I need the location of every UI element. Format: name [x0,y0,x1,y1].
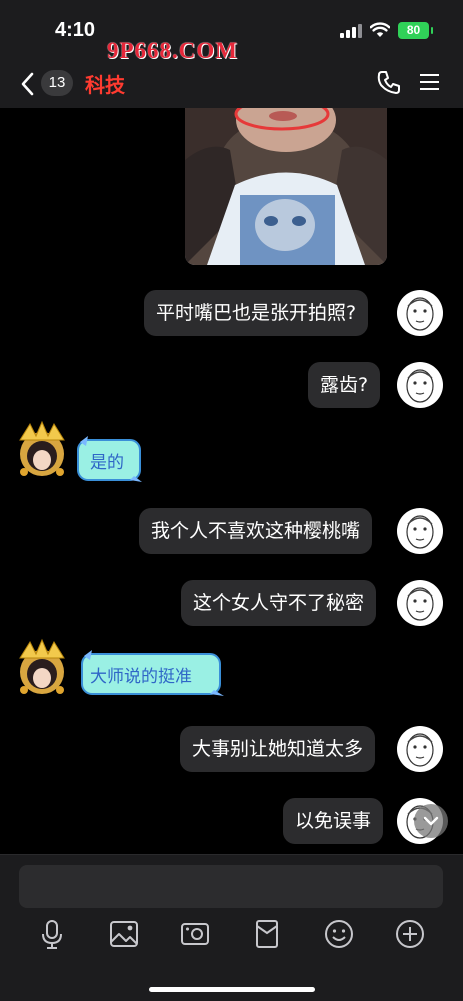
user-avatar[interactable] [397,508,443,554]
sticker-text: 大师说的挺准 [90,667,192,687]
message-bubble[interactable]: 大事别让她知道太多 [180,726,376,772]
emoji-icon[interactable] [322,917,356,951]
camera-icon[interactable] [178,917,212,951]
red-packet-icon[interactable] [250,917,284,951]
scroll-to-bottom-button[interactable] [414,804,448,838]
microphone-icon[interactable] [35,917,69,951]
text-sticker[interactable]: 大师说的挺准 [76,648,226,704]
chevron-down-icon [423,816,439,826]
wifi-icon [370,22,390,37]
message-list[interactable]: 平时嘴巴也是张开拍照? 露齿? 是的 我个人不喜欢这种樱桃嘴 这个女人守不了秘密 [0,108,463,854]
plus-icon[interactable] [393,917,427,951]
text-sticker[interactable]: 是的 [72,434,144,490]
image-icon[interactable] [107,917,141,951]
chat-title: 科技 [85,73,125,97]
home-indicator [149,987,315,992]
user-avatar[interactable] [397,580,443,626]
image-message[interactable] [185,108,387,265]
friend-avatar[interactable] [14,638,70,698]
user-avatar[interactable] [397,290,443,336]
unread-count-badge[interactable]: 13 [41,70,73,96]
message-bubble[interactable]: 我个人不喜欢这种樱桃嘴 [139,508,373,554]
message-bubble[interactable]: 平时嘴巴也是张开拍照? [144,290,369,336]
message-input[interactable] [19,865,443,908]
status-time: 4:10 [55,19,96,41]
chat-header: 13 科技 [0,60,463,108]
user-avatar[interactable] [397,362,443,408]
message-bubble[interactable]: 以免误事 [283,798,384,844]
user-avatar[interactable] [397,726,443,772]
battery-indicator: 80 [398,22,433,39]
friend-avatar[interactable] [14,420,70,480]
message-bubble[interactable]: 这个女人守不了秘密 [181,580,377,626]
status-bar: 4:10 80 9P668.COM [0,0,463,63]
sticker-text: 是的 [90,453,124,473]
phone-call-icon[interactable] [376,69,402,95]
cellular-signal-icon [340,24,362,38]
menu-icon[interactable] [418,72,442,92]
message-bubble[interactable]: 露齿? [308,362,381,408]
back-chevron-icon[interactable] [16,70,42,98]
composer [0,854,463,1001]
